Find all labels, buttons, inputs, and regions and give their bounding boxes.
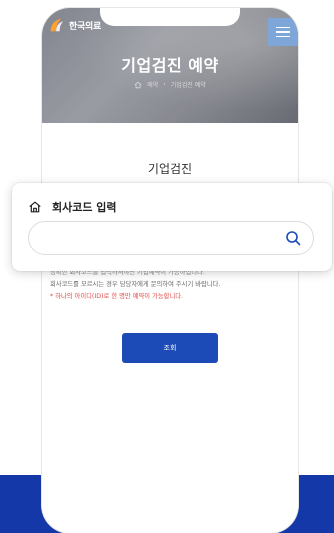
company-code-input[interactable] [43,228,277,250]
info-line-2: 회사코드를 모르시는 경우 담당자에게 문의하여 주시기 바랍니다. [50,281,221,288]
company-code-card: 회사코드 입력 [12,183,332,271]
phone-notch [100,8,240,26]
search-icon[interactable] [285,230,301,246]
logo-swirl-icon [50,18,64,32]
logo-text: 한국의료 [69,21,101,32]
company-code-label: 회사코드 입력 [52,201,117,214]
home-icon[interactable] [134,81,142,89]
company-code-search-box [28,221,314,255]
page-title: 기업검진 예약 [121,56,219,75]
hamburger-menu-button[interactable] [268,18,298,46]
home-icon [29,201,41,213]
site-logo[interactable]: 한국의료 [48,16,101,34]
info-text: 정확한 회사코드를 입력하셔야만 기업예약이 가능하십니다. 회사코드를 모르시… [50,267,290,303]
card-header: 회사코드 입력 [28,199,117,215]
hamburger-menu-icon [276,26,290,29]
query-button[interactable]: 조회 [122,333,218,363]
section-title: 기업검진 [147,162,193,176]
breadcrumb: 예약 › 기업검진 예약 [42,80,298,89]
info-warning: * 하나의 아이디(ID)로 한 명만 예약이 가능합니다. [50,293,184,300]
breadcrumb-item[interactable]: 예약 [147,80,158,89]
breadcrumb-item-current: 기업검진 예약 [170,82,206,89]
breadcrumb-separator: › [163,81,166,88]
